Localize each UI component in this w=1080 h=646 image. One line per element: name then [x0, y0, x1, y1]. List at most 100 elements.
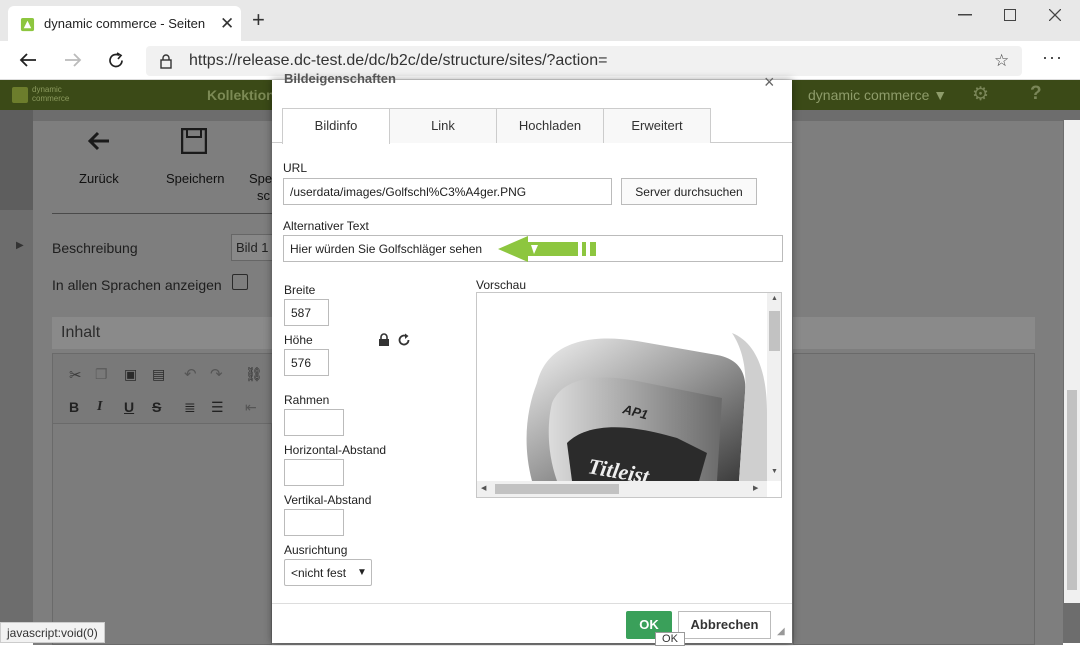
page-scrollbar[interactable] — [1064, 120, 1080, 603]
address-bar: https://release.dc-test.de/dc/b2c/de/str… — [0, 41, 1080, 80]
tab-erweitert[interactable]: Erweitert — [603, 108, 711, 143]
url-label: URL — [283, 161, 308, 175]
back-icon[interactable] — [19, 52, 37, 68]
alt-text-label: Alternativer Text — [283, 219, 369, 233]
dialog-footer: OK Abbrechen ◢ — [272, 603, 792, 643]
brand-logo: dynamic commerce — [12, 85, 72, 105]
preview-hscroll-thumb[interactable] — [495, 484, 619, 494]
brand-line-2: commerce — [32, 94, 70, 103]
expand-arrow-icon[interactable]: ▶ — [16, 240, 24, 251]
border-input[interactable] — [284, 409, 344, 436]
scroll-left-icon[interactable]: ◀ — [481, 484, 486, 492]
page-scrollbar-thumb[interactable] — [1067, 390, 1077, 590]
chevron-down-icon: ▼ — [357, 567, 367, 578]
tab-link[interactable]: Link — [389, 108, 497, 143]
divider — [52, 213, 277, 214]
numbered-list-icon[interactable]: ≣ — [184, 399, 196, 416]
back-button[interactable]: Zurück — [79, 171, 119, 186]
editor-toolbar: ✂ ❐ ▣ ▤ ↶ ↷ ⛓ B I U S ≣ ☰ ⇤ — [53, 354, 273, 424]
preview-vscroll[interactable]: ▲ ▼ — [767, 293, 781, 481]
tab-hochladen[interactable]: Hochladen — [496, 108, 604, 143]
favorite-star-icon[interactable]: ☆ — [994, 51, 1009, 71]
save-close-button-line2: sc — [257, 188, 270, 203]
more-menu-icon[interactable]: ··· — [1042, 47, 1063, 68]
lock-icon — [160, 54, 172, 69]
editor-area: ✂ ❐ ▣ ▤ ↶ ↷ ⛓ B I U S ≣ ☰ ⇤ — [52, 353, 273, 645]
tab-bildinfo[interactable]: Bildinfo — [282, 108, 390, 144]
align-label: Ausrichtung — [284, 543, 348, 557]
window-close-icon[interactable] — [1049, 9, 1061, 21]
paste-icon[interactable]: ▣ — [124, 366, 137, 383]
brand-line-1: dynamic — [32, 85, 62, 94]
back-arrow-icon — [88, 131, 109, 151]
height-input[interactable]: 576 — [284, 349, 329, 376]
status-bar: javascript:void(0) — [0, 622, 105, 643]
save-icon — [181, 128, 207, 154]
preview-box: Titleist AP1 ▲ ▼ ◀ ▶ — [476, 292, 782, 498]
width-label: Breite — [284, 283, 316, 297]
beschreibung-input[interactable]: Bild 1 — [231, 234, 273, 261]
link-icon[interactable]: ⛓ — [245, 366, 263, 383]
scroll-down-icon[interactable]: ▼ — [771, 468, 778, 475]
preview-hscroll[interactable]: ◀ ▶ — [477, 481, 767, 497]
bold-icon[interactable]: B — [69, 399, 79, 415]
image-properties-dialog: Bildeigenschaften × Bildinfo Link Hochla… — [272, 71, 792, 643]
preview-vscroll-thumb[interactable] — [769, 311, 780, 351]
height-label: Höhe — [284, 333, 313, 347]
section-header-right — [793, 317, 1035, 349]
lock-ratio-icon[interactable] — [378, 333, 390, 347]
reload-icon[interactable] — [107, 51, 126, 70]
scroll-up-icon[interactable]: ▲ — [771, 295, 778, 302]
all-languages-checkbox[interactable] — [232, 274, 248, 290]
forward-icon[interactable] — [64, 52, 82, 68]
redo-icon[interactable]: ↷ — [210, 365, 223, 383]
new-tab-icon[interactable]: + — [252, 9, 265, 31]
url-field[interactable]: https://release.dc-test.de/dc/b2c/de/str… — [146, 46, 1022, 76]
nav-item-kollektion[interactable]: Kollektion — [207, 87, 275, 103]
hspace-input[interactable] — [284, 459, 344, 486]
side-strip — [0, 110, 33, 210]
user-menu[interactable]: dynamic commerce ▼ — [808, 87, 947, 103]
all-languages-label: In allen Sprachen anzeigen — [52, 277, 222, 293]
copy-icon[interactable]: ❐ — [95, 366, 108, 383]
browser-tab[interactable]: dynamic commerce - Seiten ✕ — [8, 6, 241, 42]
url-text: https://release.dc-test.de/dc/b2c/de/str… — [189, 52, 608, 69]
vspace-input[interactable] — [284, 509, 344, 536]
scroll-right-icon[interactable]: ▶ — [753, 484, 758, 492]
dialog-tabs: Bildinfo Link Hochladen Erweitert — [272, 80, 792, 144]
tab-close-icon[interactable]: ✕ — [220, 14, 234, 34]
hspace-label: Horizontal-Abstand — [284, 443, 387, 457]
save-button[interactable]: Speichern — [166, 171, 225, 186]
minimize-icon[interactable] — [958, 14, 972, 16]
pointer-arrow-icon — [498, 236, 596, 262]
browse-server-button[interactable]: Server durchsuchen — [621, 178, 757, 205]
editor-area-right — [793, 353, 1035, 645]
cancel-button[interactable]: Abbrechen — [678, 611, 771, 639]
align-select[interactable]: <nicht fest ▼ — [284, 559, 372, 586]
border-label: Rahmen — [284, 393, 330, 407]
strike-icon[interactable]: S — [152, 399, 161, 415]
brand-mark-icon — [12, 87, 28, 103]
undo-icon[interactable]: ↶ — [184, 365, 197, 383]
cut-icon[interactable]: ✂ — [69, 366, 82, 384]
resize-handle-icon[interactable]: ◢ — [777, 626, 785, 637]
url-input[interactable]: /userdata/images/Golfschl%C3%A4ger.PNG — [283, 178, 612, 205]
paste-word-icon[interactable]: ▤ — [152, 366, 165, 383]
golf-club-preview-image: Titleist AP1 — [526, 333, 767, 481]
help-icon[interactable]: ? — [1030, 83, 1042, 105]
italic-icon[interactable]: I — [97, 399, 102, 415]
gear-icon[interactable]: ⚙ — [972, 83, 989, 106]
preview-label: Vorschau — [476, 278, 527, 292]
align-select-value: <nicht fest — [291, 566, 347, 580]
underline-icon[interactable]: U — [124, 399, 134, 415]
favicon-icon — [20, 17, 35, 32]
bullet-list-icon[interactable]: ☰ — [211, 399, 224, 416]
ok-tooltip: OK — [655, 632, 685, 646]
tab-title: dynamic commerce - Seiten — [44, 16, 206, 31]
width-input[interactable]: 587 — [284, 299, 329, 326]
outdent-icon[interactable]: ⇤ — [245, 399, 257, 416]
section-title: Inhalt — [61, 324, 101, 341]
maximize-icon[interactable] — [1004, 9, 1016, 21]
reset-size-icon[interactable] — [397, 333, 411, 347]
section-header: Inhalt — [52, 317, 272, 349]
